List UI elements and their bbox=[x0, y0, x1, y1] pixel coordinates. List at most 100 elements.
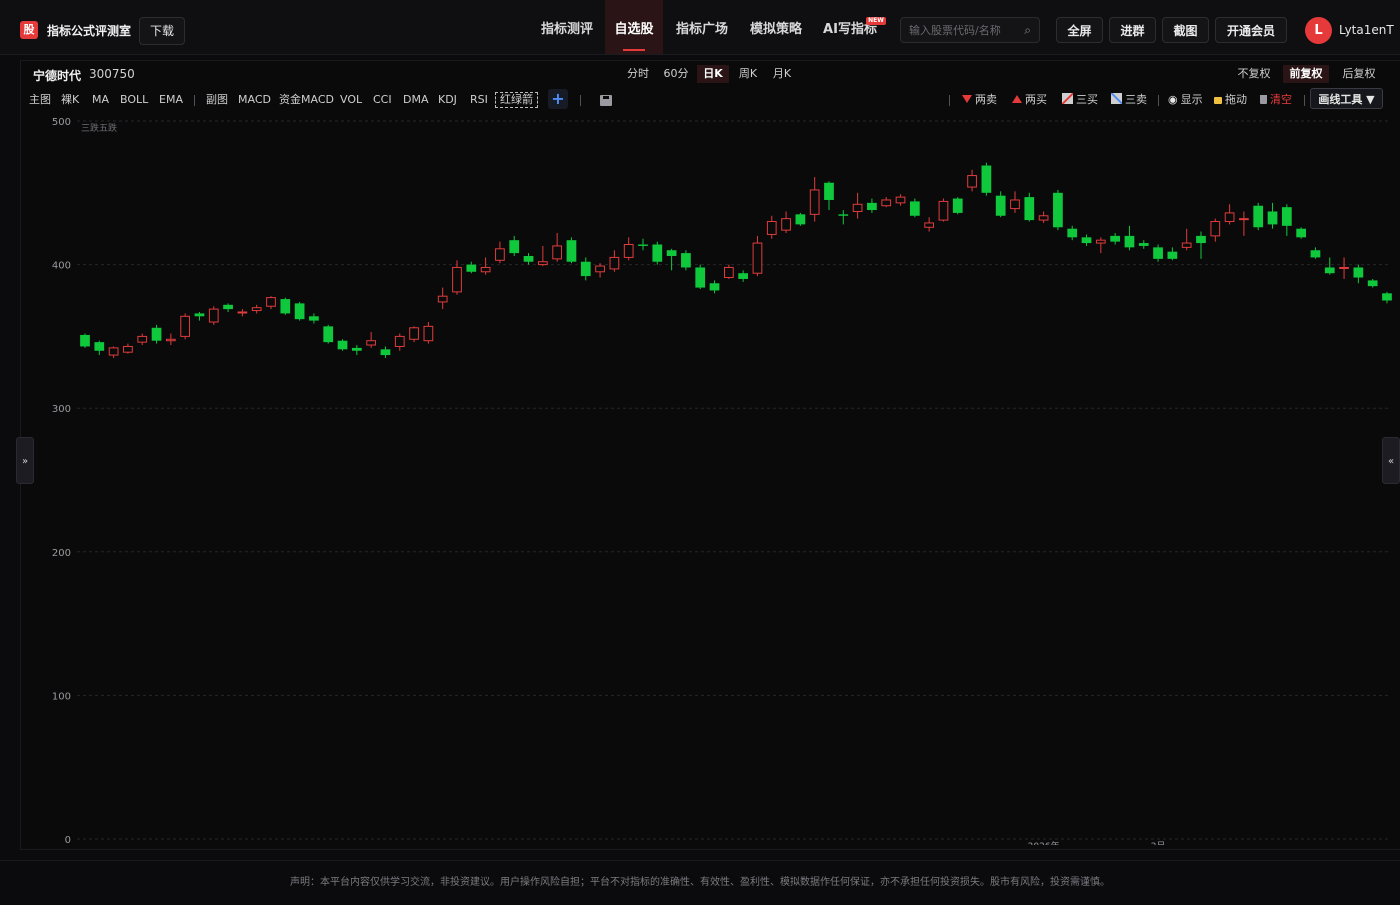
period-intraday[interactable]: 分时 bbox=[624, 65, 652, 83]
candle-body-down bbox=[1196, 235, 1206, 244]
candle-body-down bbox=[1367, 280, 1378, 287]
y-tick-label: 100 bbox=[52, 691, 71, 702]
indicator-ma[interactable]: MA bbox=[92, 92, 109, 108]
username[interactable]: Lyta1enT bbox=[1339, 23, 1394, 37]
screenshot-button[interactable]: 截图 bbox=[1162, 17, 1209, 43]
candle-body-up bbox=[766, 221, 777, 235]
expand-left-panel-button[interactable]: » bbox=[16, 437, 34, 484]
candle-body-down bbox=[380, 349, 391, 356]
vip-button[interactable]: 开通会员 bbox=[1215, 17, 1287, 43]
period-monthly[interactable]: 月K bbox=[769, 65, 795, 83]
x-tick-label: 2月 bbox=[1151, 841, 1166, 845]
period-weekly[interactable]: 周K bbox=[735, 65, 761, 83]
candlestick-chart[interactable]: 0100200300400500 2026年2月3月4月 三跌五跌 bbox=[21, 115, 1400, 845]
adjust-forward[interactable]: 前复权 bbox=[1283, 65, 1329, 83]
candle-body-down bbox=[80, 334, 90, 347]
indicator-kdj[interactable]: KDJ bbox=[438, 92, 457, 108]
candle-body-down bbox=[580, 261, 591, 277]
candle-body-up bbox=[552, 245, 563, 260]
candle-body-up bbox=[1339, 266, 1349, 269]
candle-body-down bbox=[151, 327, 162, 341]
candle-body-up bbox=[495, 248, 505, 261]
disclaimer: 声明：本平台内容仅供学习交流，非投资建议。用户操作风险自担；平台不对指标的准确性… bbox=[0, 860, 1400, 901]
indicator-rsi[interactable]: RSI bbox=[470, 92, 488, 108]
save-icon[interactable] bbox=[600, 95, 612, 106]
candle-body-up bbox=[967, 175, 977, 188]
nav-indicator-review[interactable]: 指标测评 bbox=[532, 0, 602, 54]
candle-body-down bbox=[681, 253, 691, 268]
fullscreen-button[interactable]: 全屏 bbox=[1056, 17, 1103, 43]
add-indicator-button[interactable]: + bbox=[548, 89, 568, 109]
clear-button[interactable]: 清空 bbox=[1260, 92, 1292, 108]
draw-tool-dropdown[interactable]: 画线工具 ▼ bbox=[1310, 88, 1383, 109]
candle-body-down bbox=[1267, 211, 1278, 225]
chart-panel: 宁德时代 300750 分时 60分 日K 周K 月K 不复权 前复权 后复权 … bbox=[20, 60, 1400, 850]
y-tick-label: 0 bbox=[65, 835, 71, 845]
divider bbox=[1158, 95, 1159, 106]
candle-body-up bbox=[237, 311, 248, 314]
indicator-ema[interactable]: EMA bbox=[159, 92, 183, 108]
candle-body-up bbox=[723, 266, 734, 279]
candle-body-down bbox=[1138, 243, 1149, 246]
candle-body-up bbox=[781, 218, 791, 231]
app-name: 指标公式评测室 bbox=[47, 24, 132, 38]
candle-body-up bbox=[394, 335, 405, 347]
candle-body-up bbox=[137, 335, 148, 343]
indicator-dma[interactable]: DMA bbox=[403, 92, 429, 108]
stock-search: ⌕ bbox=[900, 17, 1040, 43]
three-buy-button[interactable]: 三买 bbox=[1062, 92, 1098, 108]
overlay-label: 三跌五跌 bbox=[81, 123, 117, 134]
period-daily[interactable]: 日K bbox=[697, 65, 729, 83]
search-icon[interactable]: ⌕ bbox=[1024, 23, 1031, 38]
indicator-vol[interactable]: VOL bbox=[340, 92, 362, 108]
nav-watchlist[interactable]: 自选股 bbox=[605, 0, 663, 54]
adjust-none[interactable]: 不复权 bbox=[1234, 65, 1274, 83]
indicator-boll[interactable]: BOLL bbox=[120, 92, 148, 108]
candle-body-down bbox=[838, 214, 849, 216]
candle-body-up bbox=[1038, 215, 1049, 221]
period-60min[interactable]: 60分 bbox=[662, 65, 690, 83]
download-button[interactable]: 下载 bbox=[139, 17, 185, 45]
candle-body-up bbox=[1181, 242, 1192, 248]
stock-code: 300750 bbox=[89, 67, 135, 81]
candle-body-up bbox=[266, 297, 276, 307]
candle-body-down bbox=[1296, 228, 1307, 238]
indicator-red-green-arrow[interactable]: 红绿箭 bbox=[495, 92, 538, 108]
candle-body-up bbox=[123, 345, 133, 353]
indicator-macd[interactable]: MACD bbox=[238, 92, 271, 108]
top-bar: 股 指标公式评测室 下载 指标测评 自选股 指标广场 模拟策略 AI写指标 NE… bbox=[0, 0, 1400, 55]
candle-body-down bbox=[952, 198, 963, 213]
y-tick-label: 500 bbox=[52, 117, 71, 128]
indicator-cci[interactable]: CCI bbox=[373, 92, 392, 108]
three-buy-label: 三买 bbox=[1076, 93, 1098, 106]
candle-body-down bbox=[1124, 235, 1135, 248]
nav-ai-indicator[interactable]: AI写指标 bbox=[817, 0, 883, 54]
adjust-backward[interactable]: 后复权 bbox=[1339, 65, 1379, 83]
candle-body-up bbox=[437, 295, 448, 303]
drag-button[interactable]: 拖动 bbox=[1214, 92, 1247, 108]
search-input[interactable] bbox=[909, 22, 1017, 38]
candle-body-up bbox=[366, 340, 377, 346]
nav-sim-strategy[interactable]: 模拟策略 bbox=[742, 0, 810, 54]
sub-chart-label: 副图 bbox=[206, 93, 228, 106]
candle-body-down bbox=[867, 202, 877, 211]
candle-body-up bbox=[809, 189, 820, 215]
show-button[interactable]: ◉ 显示 bbox=[1168, 92, 1203, 108]
expand-right-panel-button[interactable]: « bbox=[1382, 437, 1400, 484]
candle-body-up bbox=[881, 199, 892, 207]
join-group-button[interactable]: 进群 bbox=[1109, 17, 1156, 43]
two-sell-button[interactable]: 两卖 bbox=[962, 92, 997, 108]
candle-body-down bbox=[795, 214, 806, 225]
nav-indicator-plaza[interactable]: 指标广场 bbox=[667, 0, 737, 54]
avatar[interactable]: L bbox=[1305, 17, 1332, 44]
candle-body-up bbox=[609, 256, 620, 270]
three-sell-button[interactable]: 三卖 bbox=[1111, 92, 1147, 108]
three-sell-label: 三卖 bbox=[1125, 93, 1147, 106]
candle-body-down bbox=[1310, 250, 1321, 258]
candle-body-up bbox=[938, 200, 949, 221]
candle-body-up bbox=[1010, 199, 1020, 210]
indicator-fund-macd[interactable]: 资金MACD bbox=[279, 92, 334, 108]
triangle-up-icon bbox=[1012, 95, 1022, 103]
two-buy-button[interactable]: 两买 bbox=[1012, 92, 1047, 108]
indicator-naked-k[interactable]: 裸K bbox=[61, 92, 79, 108]
